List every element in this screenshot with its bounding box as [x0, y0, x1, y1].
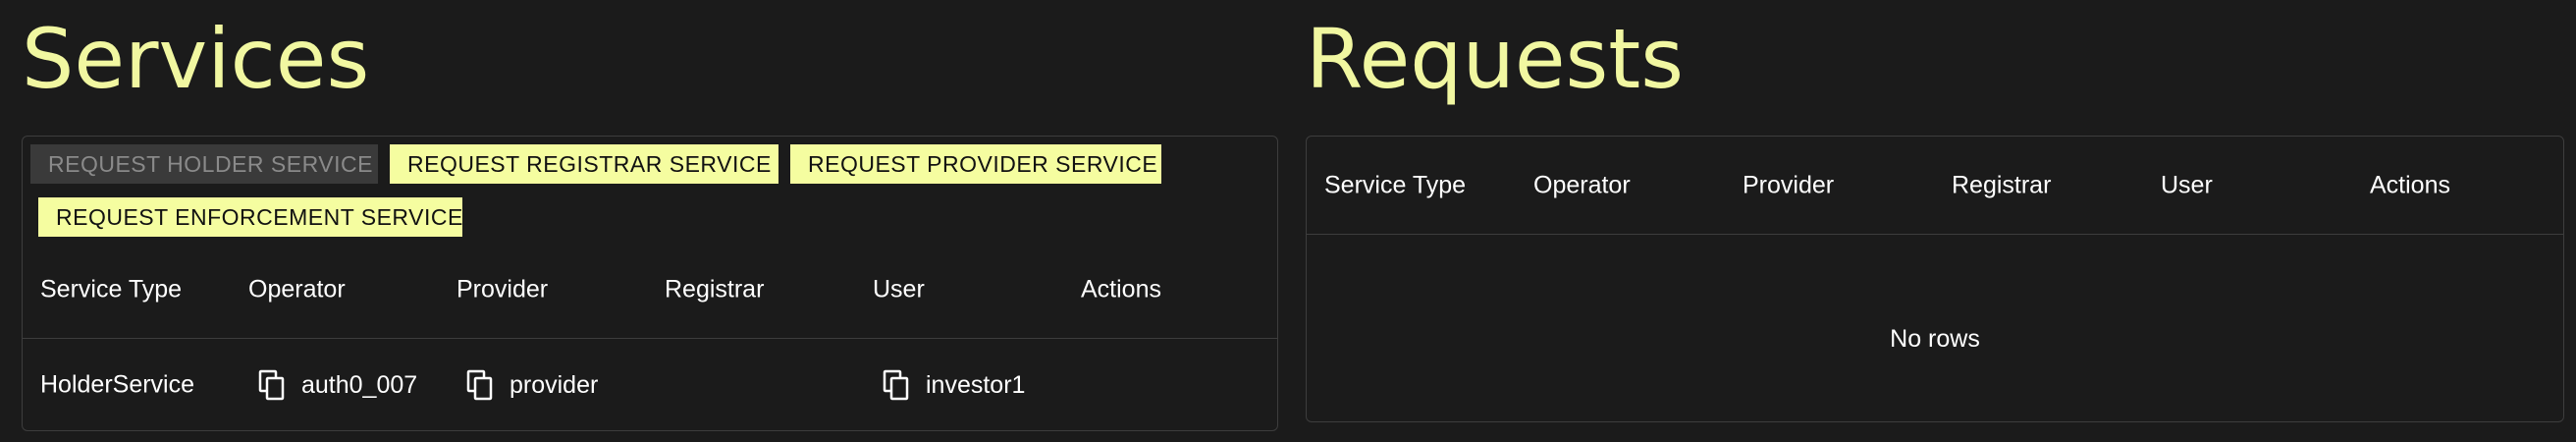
requests-panel: Service Type Operator Provider Registrar…: [1306, 136, 2564, 422]
request-provider-service-button[interactable]: REQUEST PROVIDER SERVICE: [790, 144, 1161, 184]
requests-title: Requests: [1306, 11, 1684, 107]
services-panel: REQUEST HOLDER SERVICE REQUEST REGISTRAR…: [22, 136, 1278, 431]
copy-icon[interactable]: [466, 369, 496, 401]
request-registrar-service-button[interactable]: REQUEST REGISTRAR SERVICE: [390, 144, 778, 184]
col-actions[interactable]: Actions: [2370, 171, 2450, 199]
request-enforcement-service-button[interactable]: REQUEST ENFORCEMENT SERVICE: [38, 197, 462, 237]
request-holder-service-button[interactable]: REQUEST HOLDER SERVICE: [30, 144, 378, 184]
table-row: HolderService auth0_007 provider investo…: [23, 339, 1277, 431]
col-registrar[interactable]: Registrar: [665, 275, 764, 304]
requests-table-header: Service Type Operator Provider Registrar…: [1307, 137, 2563, 235]
col-user[interactable]: User: [873, 275, 925, 304]
cell-user: investor1: [883, 369, 1025, 401]
col-service-type[interactable]: Service Type: [1324, 171, 1466, 199]
col-operator[interactable]: Operator: [248, 275, 346, 304]
user-value: investor1: [926, 370, 1026, 399]
copy-icon[interactable]: [258, 369, 288, 401]
col-actions[interactable]: Actions: [1081, 275, 1161, 304]
col-user[interactable]: User: [2161, 171, 2213, 199]
provider-value: provider: [510, 370, 599, 399]
cell-provider: provider: [466, 369, 598, 401]
operator-value: auth0_007: [301, 370, 418, 399]
col-operator[interactable]: Operator: [1533, 171, 1631, 199]
no-rows-message: No rows: [1890, 325, 1980, 353]
col-provider[interactable]: Provider: [1743, 171, 1834, 199]
services-table-header: Service Type Operator Provider Registrar…: [23, 241, 1277, 339]
cell-operator: auth0_007: [258, 369, 417, 401]
services-title: Services: [22, 11, 370, 107]
copy-icon[interactable]: [883, 369, 912, 401]
col-provider[interactable]: Provider: [456, 275, 548, 304]
col-registrar[interactable]: Registrar: [1952, 171, 2051, 199]
page: Services REQUEST HOLDER SERVICE REQUEST …: [0, 0, 2576, 442]
col-service-type[interactable]: Service Type: [40, 275, 182, 304]
cell-service-type: HolderService: [40, 370, 195, 399]
